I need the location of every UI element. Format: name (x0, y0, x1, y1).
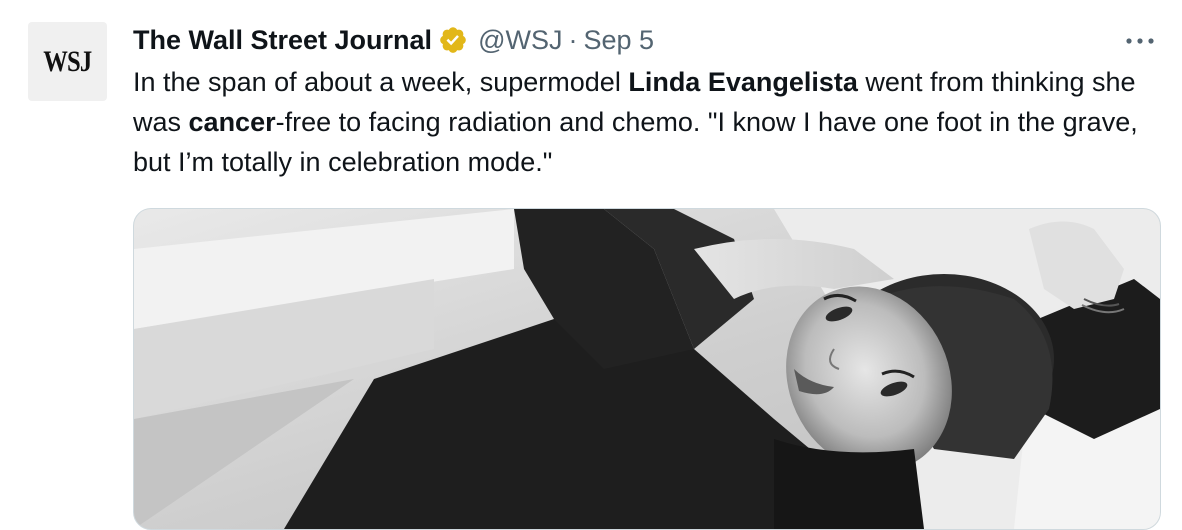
author-name[interactable]: The Wall Street Journal (133, 25, 432, 56)
header-separator: · (568, 24, 578, 55)
tweet-date[interactable]: Sep 5 (583, 25, 654, 56)
avatar-logo-text: WSJ (43, 44, 92, 78)
tweet-text: In the span of about a week, supermodel … (133, 62, 1163, 182)
photo-illustration (134, 209, 1160, 529)
author-handle[interactable]: @WSJ (478, 25, 562, 56)
tweet-media-photo[interactable] (133, 208, 1161, 530)
tweet-text-bold-keyword: cancer (188, 107, 276, 137)
tweet-text-segment: In the span of about a week, supermodel (133, 67, 629, 97)
verified-badge-icon (438, 25, 468, 55)
tweet-text-bold-name: Linda Evangelista (628, 67, 858, 97)
tweet-header: The Wall Street Journal @WSJ · Sep 5 (133, 20, 654, 60)
more-horizontal-icon (1125, 32, 1155, 50)
more-options-button[interactable] (1118, 24, 1162, 58)
author-avatar[interactable]: WSJ (28, 22, 107, 101)
tweet-text-segment: -free to facing radiation and chemo. "I … (133, 107, 1138, 177)
tweet[interactable]: WSJ The Wall Street Journal @WSJ · Sep 5… (0, 0, 1182, 530)
